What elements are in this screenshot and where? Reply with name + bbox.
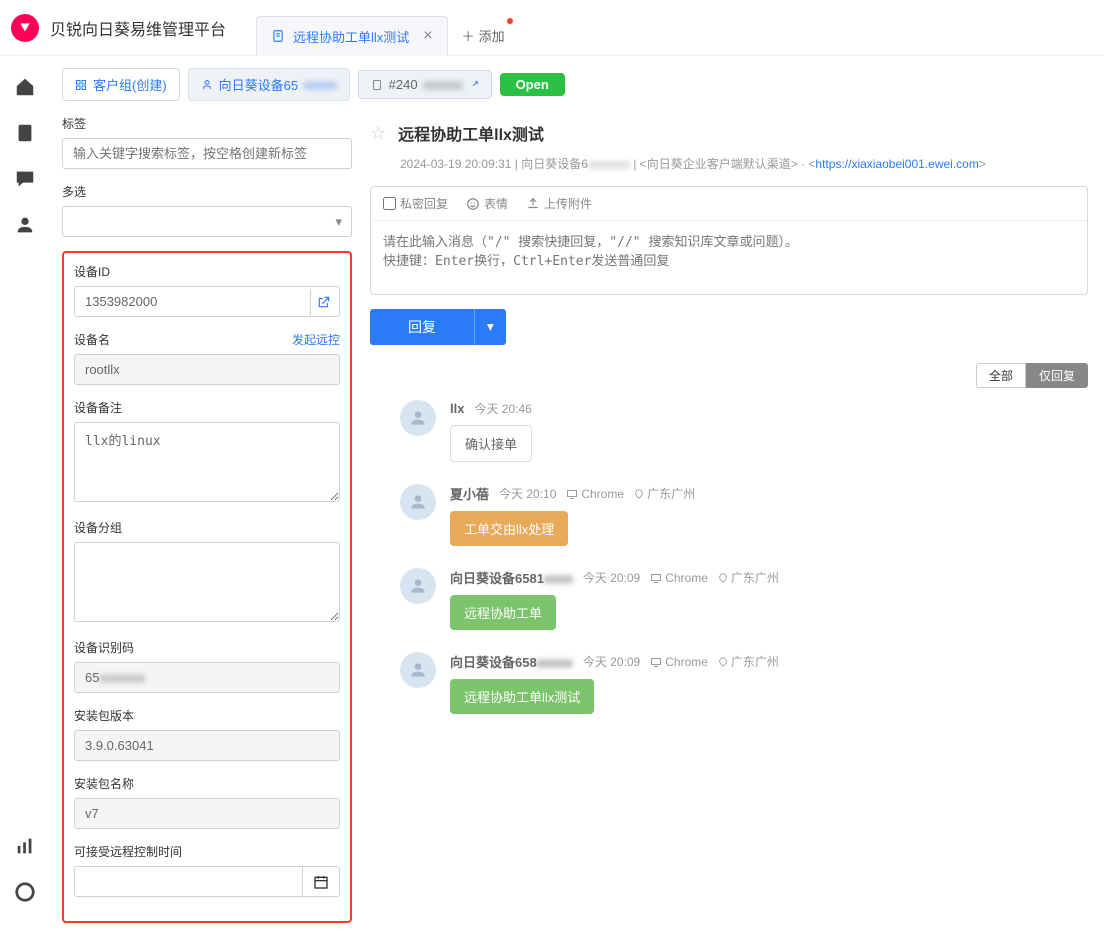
device-name-input[interactable] bbox=[74, 354, 340, 385]
open-external-icon[interactable] bbox=[310, 289, 336, 315]
add-label: 添加 bbox=[479, 26, 505, 45]
avatar bbox=[400, 652, 436, 688]
ticket-title: 远程协助工单llx测试 bbox=[398, 121, 544, 145]
device-group-textarea[interactable] bbox=[74, 542, 340, 622]
settings-icon[interactable] bbox=[14, 881, 36, 903]
device-note-label: 设备备注 bbox=[74, 399, 340, 416]
reply-dropdown-button[interactable]: ▾ bbox=[474, 309, 506, 345]
filter-reply-only[interactable]: 仅回复 bbox=[1026, 363, 1088, 388]
device-name-label: 设备名 bbox=[74, 331, 110, 348]
tags-label: 标签 bbox=[62, 115, 352, 132]
status-badge: Open bbox=[500, 73, 565, 96]
left-rail bbox=[0, 56, 50, 923]
ticket-meta: 2024-03-19 20:09:31 | 向日葵设备6xxxxxxx | <向… bbox=[370, 155, 1088, 172]
document-icon bbox=[271, 29, 285, 43]
device-note-textarea[interactable]: llx的linux bbox=[74, 422, 340, 502]
filter-all[interactable]: 全部 bbox=[976, 363, 1026, 388]
ticket-url-link[interactable]: https://xiaxiaobei001.ewei.com bbox=[815, 157, 978, 171]
pkg-version-input[interactable] bbox=[74, 730, 340, 761]
plus-icon: ＋ bbox=[462, 26, 475, 45]
smile-icon bbox=[466, 197, 480, 211]
message-header: 向日葵设备6581xxxx今天 20:09Chrome广东广州 bbox=[450, 568, 1088, 587]
message-item: 夏小蓓今天 20:10Chrome广东广州 工单交由llx处理 bbox=[370, 484, 1088, 546]
ticket-icon bbox=[371, 79, 383, 91]
breadcrumb-group[interactable]: 客户组(创建) bbox=[62, 68, 180, 101]
message-bubble: 确认接单 bbox=[450, 425, 532, 462]
upload-button[interactable]: 上传附件 bbox=[526, 195, 592, 212]
calendar-icon[interactable] bbox=[303, 866, 340, 897]
logo bbox=[0, 14, 50, 42]
message-header: 夏小蓓今天 20:10Chrome广东广州 bbox=[450, 484, 1088, 503]
reply-button[interactable]: 回复 bbox=[370, 309, 474, 345]
group-icon bbox=[75, 79, 87, 91]
close-icon[interactable]: × bbox=[423, 27, 432, 45]
multi-label: 多选 bbox=[62, 183, 352, 200]
pkg-name-input[interactable] bbox=[74, 798, 340, 829]
device-group-label: 设备分组 bbox=[74, 519, 340, 536]
emoji-button[interactable]: 表情 bbox=[466, 195, 508, 212]
link-icon bbox=[469, 80, 479, 90]
avatar bbox=[400, 568, 436, 604]
remote-time-label: 可接受远程控制时间 bbox=[74, 843, 340, 860]
device-info-panel: 设备ID 设备名 发起远控 bbox=[62, 251, 352, 923]
pkg-name-label: 安装包名称 bbox=[74, 775, 340, 792]
remote-time-input[interactable] bbox=[74, 866, 303, 897]
message-item: llx今天 20:46 确认接单 bbox=[370, 400, 1088, 462]
tab-label: 远程协助工单llx测试 bbox=[293, 27, 409, 46]
home-icon[interactable] bbox=[14, 76, 36, 98]
tags-input[interactable] bbox=[62, 138, 352, 169]
device-id-input[interactable] bbox=[74, 286, 340, 317]
avatar bbox=[400, 484, 436, 520]
device-code-input[interactable]: 65xxxxxxx bbox=[74, 662, 340, 693]
clipboard-icon[interactable] bbox=[14, 122, 36, 144]
private-reply-checkbox[interactable]: 私密回复 bbox=[383, 195, 448, 212]
device-id-label: 设备ID bbox=[74, 263, 340, 280]
upload-icon bbox=[526, 197, 540, 211]
reply-textarea[interactable] bbox=[371, 221, 1087, 291]
breadcrumb-device[interactable]: 向日葵设备65xxxxx bbox=[188, 68, 350, 101]
avatar bbox=[400, 400, 436, 436]
tab-add[interactable]: ＋ 添加 bbox=[448, 16, 519, 56]
message-bubble: 远程协助工单 bbox=[450, 595, 556, 630]
message-item: 向日葵设备658xxxxx今天 20:09Chrome广东广州 远程协助工单ll… bbox=[370, 652, 1088, 714]
device-code-label: 设备识别码 bbox=[74, 639, 340, 656]
breadcrumb-ticket-id[interactable]: #240xxxxxx bbox=[358, 70, 492, 99]
tab-active[interactable]: 远程协助工单llx测试 × bbox=[256, 16, 448, 56]
device-icon bbox=[201, 79, 213, 91]
chat-icon[interactable] bbox=[14, 168, 36, 190]
message-header: 向日葵设备658xxxxx今天 20:09Chrome广东广州 bbox=[450, 652, 1088, 671]
remote-control-link[interactable]: 发起远控 bbox=[292, 331, 340, 348]
message-bubble: 远程协助工单llx测试 bbox=[450, 679, 594, 714]
chart-icon[interactable] bbox=[14, 835, 36, 857]
message-item: 向日葵设备6581xxxx今天 20:09Chrome广东广州 远程协助工单 bbox=[370, 568, 1088, 630]
notification-dot bbox=[507, 18, 513, 24]
message-header: llx今天 20:46 bbox=[450, 400, 1088, 417]
message-bubble: 工单交由llx处理 bbox=[450, 511, 568, 546]
reply-box: 私密回复 表情 上传附件 bbox=[370, 186, 1088, 295]
multi-select[interactable] bbox=[62, 206, 352, 237]
star-icon[interactable]: ☆ bbox=[370, 123, 386, 144]
pkg-version-label: 安装包版本 bbox=[74, 707, 340, 724]
app-title: 贝锐向日葵易维管理平台 bbox=[50, 16, 246, 40]
breadcrumb: 客户组(创建) 向日葵设备65xxxxx #240xxxxxx Open bbox=[62, 68, 1088, 101]
user-icon[interactable] bbox=[14, 214, 36, 236]
